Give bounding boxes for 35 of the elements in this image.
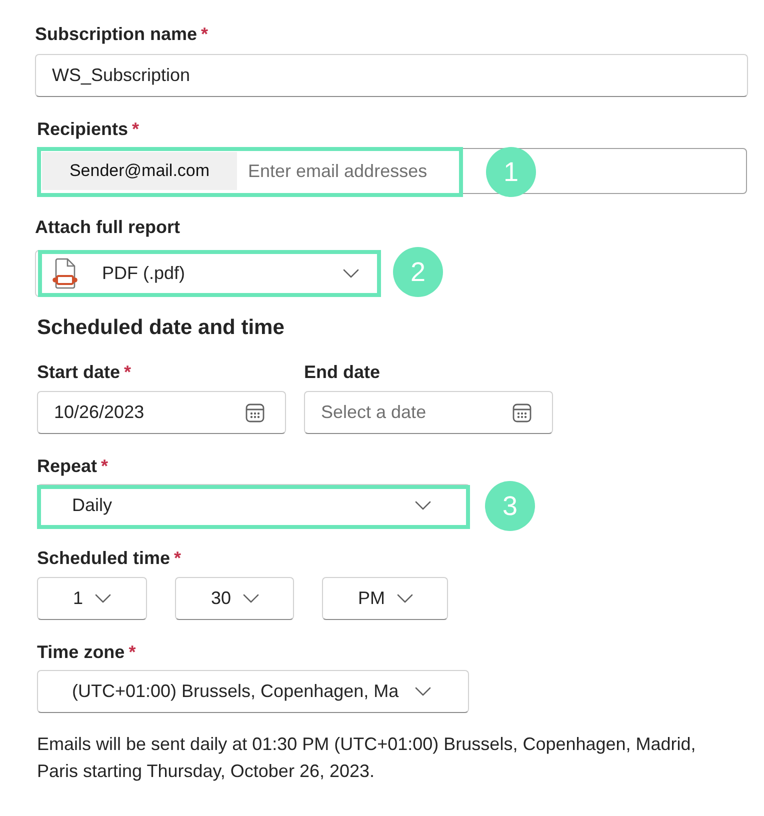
field-label: Subscription name — [35, 24, 198, 44]
callout-badge: 2 — [393, 247, 443, 297]
chevron-down-icon — [343, 269, 359, 278]
required-asterisk: * — [132, 119, 140, 139]
field-label: End date — [304, 362, 380, 382]
section-heading: Scheduled date and time — [37, 316, 284, 340]
required-asterisk: * — [124, 362, 132, 382]
field-label: Attach full report — [35, 217, 180, 237]
chevron-down-icon — [415, 501, 431, 510]
schedule-summary: Emails will be sent daily at 01:30 PM (UTC+01:00) Brussels, Copenhagen, Madrid, Paris starting Thursday, October 26, 2023. — [37, 733, 697, 783]
calendar-icon[interactable] — [512, 402, 532, 422]
chevron-down-icon — [95, 594, 112, 603]
required-asterisk: * — [201, 24, 208, 44]
chevron-down-icon — [415, 687, 431, 696]
chevron-down-icon — [397, 594, 413, 603]
chevron-down-icon — [243, 594, 260, 603]
field-label: Repeat — [37, 456, 98, 476]
required-asterisk: * — [128, 642, 136, 662]
minute-dropdown[interactable]: 30 — [175, 577, 294, 620]
callout-badge: 3 — [485, 481, 535, 531]
recipient-chip[interactable]: Sender@mail.com — [42, 152, 237, 190]
calendar-icon[interactable] — [245, 402, 265, 422]
text-field[interactable]: WS_Subscription — [35, 54, 748, 97]
pdf-file-icon — [52, 258, 78, 289]
date-field[interactable]: Select a date — [304, 391, 553, 434]
date-field[interactable]: 10/26/2023 — [37, 391, 286, 434]
time-zone-dropdown[interactable]: (UTC+01:00) Brussels, Copenhagen, Ma — [37, 670, 469, 713]
field-label: Time zone — [37, 642, 125, 662]
hour-dropdown[interactable]: 1 — [37, 577, 147, 620]
required-asterisk: * — [174, 548, 182, 568]
required-asterisk: * — [101, 456, 108, 476]
am-pm-dropdown[interactable]: PM — [322, 577, 448, 620]
field-label: Start date — [37, 362, 120, 382]
field-label: Scheduled time — [37, 548, 170, 568]
field-label: Recipients — [37, 119, 128, 139]
